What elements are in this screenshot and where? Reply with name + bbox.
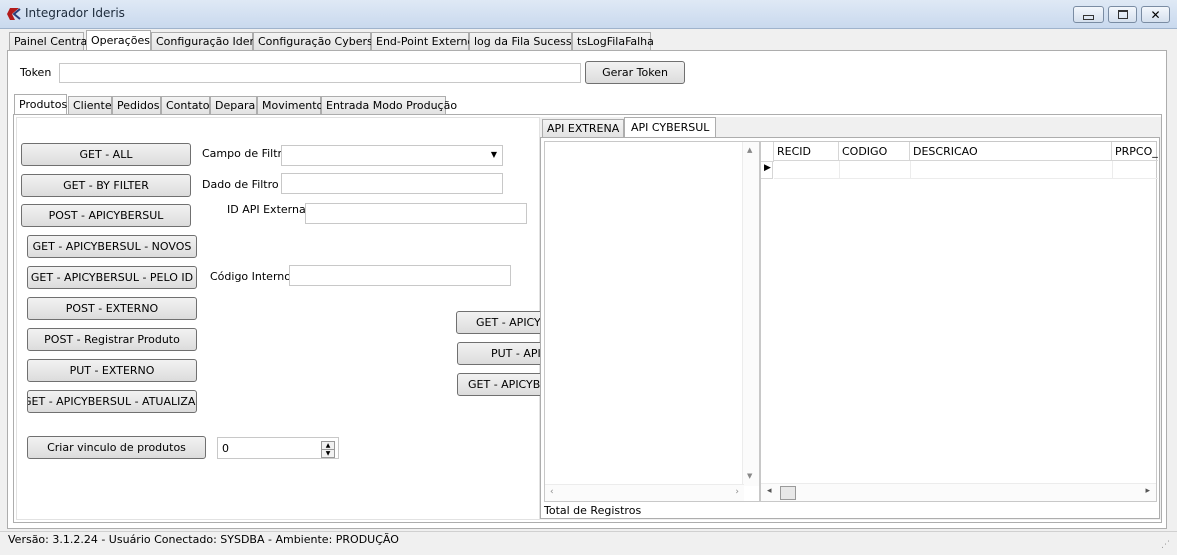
criar-vinculo-button[interactable]: Criar vinculo de produtos bbox=[27, 436, 206, 459]
minimize-button[interactable] bbox=[1073, 6, 1104, 23]
get-apicybe-button[interactable]: GET - APICYBE bbox=[457, 373, 540, 396]
post-externo-button[interactable]: POST - EXTERNO bbox=[27, 297, 197, 320]
grid-row-indicator: ▶ bbox=[761, 161, 773, 179]
spin-down-icon[interactable]: ▼ bbox=[321, 449, 335, 458]
chevron-down-icon: ▼ bbox=[490, 150, 497, 159]
get-apicybersul-novos-button[interactable]: GET - APICYBERSUL - NOVOS bbox=[27, 235, 197, 258]
tab-api-extrena[interactable]: API EXTRENA bbox=[542, 119, 624, 138]
tab-cliente[interactable]: Cliente bbox=[68, 96, 112, 115]
data-grid[interactable]: RECID CODIGO DESCRICAO PRPCO_ ▶ ◂ ▸ bbox=[760, 141, 1158, 502]
scroll-right-icon[interactable]: ▸ bbox=[1145, 486, 1150, 496]
get-apicy-button[interactable]: GET - APICYI bbox=[456, 311, 540, 334]
tab-painel-central[interactable]: Painel Central bbox=[9, 32, 90, 51]
title-bar bbox=[0, 0, 1177, 29]
tab-movimento[interactable]: Movimento bbox=[257, 96, 323, 115]
table-row[interactable] bbox=[774, 161, 1158, 179]
token-input[interactable] bbox=[59, 63, 581, 83]
scroll-right-icon[interactable]: › bbox=[735, 487, 739, 497]
tab-api-cybersul[interactable]: API CYBERSUL bbox=[624, 117, 716, 138]
scroll-up-icon[interactable]: ▲ bbox=[747, 146, 752, 154]
tab-operacoes[interactable]: Operações bbox=[86, 30, 151, 51]
cell-divider bbox=[1112, 161, 1113, 179]
tab-ts-log-fila-falha[interactable]: tsLogFilaFalha bbox=[572, 32, 654, 51]
put-api-button[interactable]: PUT - API bbox=[457, 342, 540, 365]
token-label: Token bbox=[20, 66, 52, 79]
close-button[interactable]: ✕ bbox=[1141, 6, 1170, 23]
grid-horizontal-scrollbar[interactable]: ◂ ▸ bbox=[761, 483, 1156, 501]
tab-configuracao-cybersul[interactable]: Configuração Cybersul bbox=[253, 32, 383, 51]
post-apicybersul-button[interactable]: POST - APICYBERSUL bbox=[21, 204, 191, 227]
window-title: Integrador Ideris bbox=[25, 6, 125, 20]
resize-grip-icon[interactable]: ⋰ bbox=[1161, 540, 1170, 550]
cell-divider bbox=[910, 161, 911, 179]
scroll-down-icon[interactable]: ▼ bbox=[747, 472, 752, 480]
put-externo-button[interactable]: PUT - EXTERNO bbox=[27, 359, 197, 382]
tab-produtos[interactable]: Produtos bbox=[14, 94, 67, 115]
tab-pedidos[interactable]: Pedidos bbox=[112, 96, 161, 115]
dado-filtro-label: Dado de Filtro bbox=[202, 178, 279, 191]
cell-divider bbox=[839, 161, 840, 179]
row-pointer-icon: ▶ bbox=[764, 163, 771, 173]
get-apicybersul-atualizar-button[interactable]: GET - APICYBERSUL - ATUALIZAR bbox=[27, 390, 197, 413]
close-icon: ✕ bbox=[1150, 7, 1161, 22]
clipped-buttons-area: GET - APICYI PUT - API GET - APICYBE bbox=[456, 311, 540, 401]
list-horizontal-scrollbar[interactable]: ‹ › bbox=[545, 484, 744, 501]
get-all-button[interactable]: GET - ALL bbox=[21, 143, 191, 166]
tab-contato[interactable]: Contato bbox=[161, 96, 210, 115]
id-api-externa-input[interactable] bbox=[305, 203, 527, 224]
tab-end-point-externo[interactable]: End-Point Externo bbox=[371, 32, 474, 51]
status-text: Versão: 3.1.2.24 - Usuário Conectado: SY… bbox=[8, 533, 399, 546]
dado-filtro-input[interactable] bbox=[281, 173, 503, 194]
get-apicybersul-pelo-id-button[interactable]: GET - APICYBERSUL - PELO ID bbox=[27, 266, 197, 289]
grid-header-codigo[interactable]: CODIGO bbox=[839, 142, 910, 161]
scroll-left-icon[interactable]: ◂ bbox=[767, 486, 772, 496]
campo-filtro-label: Campo de Filtro bbox=[202, 147, 289, 160]
codigo-interno-label: Código Interno bbox=[210, 270, 291, 283]
total-registros-label: Total de Registros bbox=[544, 504, 642, 517]
grid-header-recid[interactable]: RECID bbox=[774, 142, 839, 161]
post-registrar-produto-button[interactable]: POST - Registrar Produto bbox=[27, 328, 197, 351]
list-box[interactable]: ▲ ▼ ‹ › bbox=[544, 141, 760, 502]
id-api-externa-label: ID API Externa bbox=[227, 203, 306, 216]
app-logo-icon bbox=[6, 6, 22, 22]
codigo-interno-input[interactable] bbox=[289, 265, 511, 286]
tab-entrada-modo-producao[interactable]: Entrada Modo Produção bbox=[321, 96, 457, 115]
maximize-button[interactable] bbox=[1108, 6, 1137, 23]
grid-corner bbox=[761, 142, 774, 162]
list-vertical-scrollbar[interactable]: ▲ ▼ bbox=[742, 142, 759, 486]
tab-configuracao-ideris[interactable]: Configuração Ideris bbox=[151, 32, 263, 51]
scroll-thumb[interactable] bbox=[780, 486, 796, 500]
vinculo-spin[interactable]: 0 ▲ ▼ bbox=[217, 437, 339, 459]
tab-log-fila-sucesso[interactable]: log da Fila Sucesso bbox=[469, 32, 578, 51]
campo-filtro-select[interactable]: ▼ bbox=[281, 145, 503, 166]
grid-header-descricao[interactable]: DESCRICAO bbox=[910, 142, 1112, 161]
tab-depara[interactable]: Depara bbox=[210, 96, 257, 115]
gerar-token-button[interactable]: Gerar Token bbox=[585, 61, 685, 84]
get-by-filter-button[interactable]: GET - BY FILTER bbox=[21, 174, 191, 197]
grid-header-prpco[interactable]: PRPCO_ bbox=[1112, 142, 1158, 161]
maximize-icon bbox=[1117, 10, 1128, 19]
minimize-icon bbox=[1083, 15, 1094, 20]
scroll-left-icon[interactable]: ‹ bbox=[550, 487, 554, 497]
vinculo-spin-value: 0 bbox=[222, 442, 229, 455]
